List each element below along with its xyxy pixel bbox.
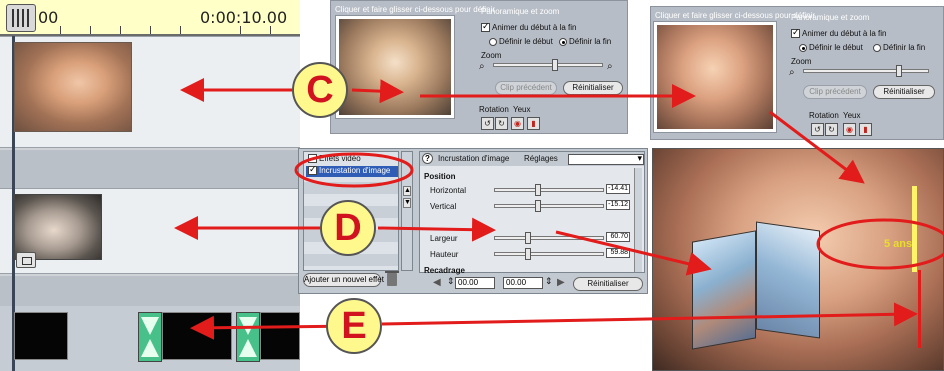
arrow-e-right: [381, 302, 918, 327]
highlight-age-text: [816, 218, 944, 270]
callout-e: E: [326, 298, 382, 354]
arrow-d-cube: [555, 230, 712, 276]
arrow-c-panel1: [351, 79, 404, 104]
arrow-d-props: [377, 217, 496, 242]
callout-c: C: [292, 62, 348, 118]
annotation-arrows: [174, 78, 944, 340]
highlight-effect-list: [294, 152, 414, 188]
callout-d: D: [320, 200, 376, 256]
arrow-to-cube: [769, 110, 865, 184]
